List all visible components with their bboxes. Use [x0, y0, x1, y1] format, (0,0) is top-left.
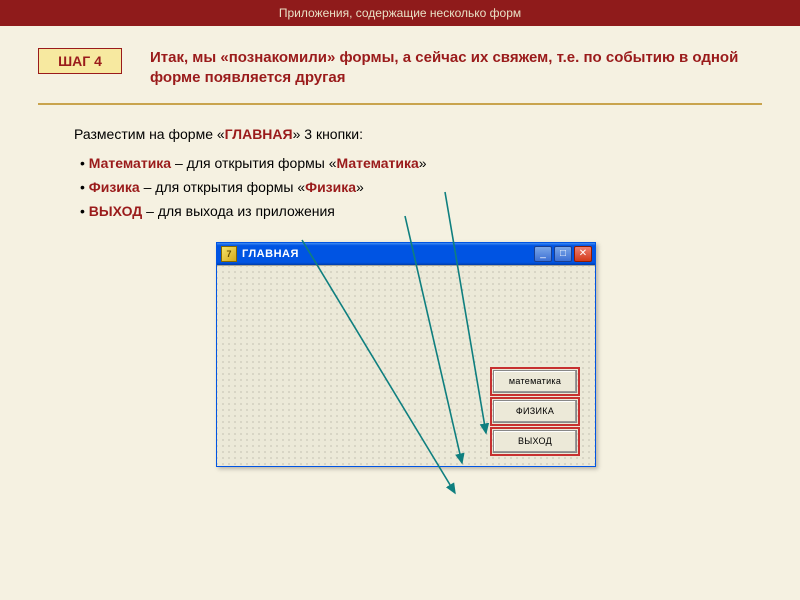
section-divider: [38, 103, 762, 105]
bullet-exit: ВЫХОД – для выхода из приложения: [80, 200, 762, 224]
step-description: Итак, мы «познакомили» формы, а сейчас и…: [150, 48, 762, 89]
form-client-area: математика ФИЗИКА ВЫХОД: [217, 265, 595, 466]
form-window: 7 ГЛАВНАЯ _ □ ✕ математика ФИЗИКА ВЫХОД: [216, 242, 596, 467]
bullet-math: Математика – для открытия формы «Математ…: [80, 152, 762, 176]
body-text: Разместим на форме «ГЛАВНАЯ» 3 кнопки: М…: [38, 123, 762, 224]
window-title: ГЛАВНАЯ: [242, 248, 534, 260]
intro-prefix: Разместим на форме «: [74, 126, 225, 142]
step-badge: ШАГ 4: [38, 48, 122, 74]
titlebar: 7 ГЛАВНАЯ _ □ ✕: [217, 243, 595, 265]
bullets: Математика – для открытия формы «Математ…: [74, 152, 762, 223]
app-icon: 7: [221, 246, 237, 262]
intro-suffix: » 3 кнопки:: [293, 126, 363, 142]
intro-line: Разместим на форме «ГЛАВНАЯ» 3 кнопки:: [74, 123, 762, 147]
bullet-physics: Физика – для открытия формы «Физика»: [80, 176, 762, 200]
intro-keyword: ГЛАВНАЯ: [225, 126, 293, 142]
exit-button[interactable]: ВЫХОД: [493, 430, 577, 453]
math-button[interactable]: математика: [493, 370, 577, 393]
slide-header: Приложения, содержащие несколько форм: [0, 0, 800, 26]
physics-button[interactable]: ФИЗИКА: [493, 400, 577, 423]
close-button[interactable]: ✕: [574, 246, 592, 262]
maximize-button[interactable]: □: [554, 246, 572, 262]
minimize-button[interactable]: _: [534, 246, 552, 262]
